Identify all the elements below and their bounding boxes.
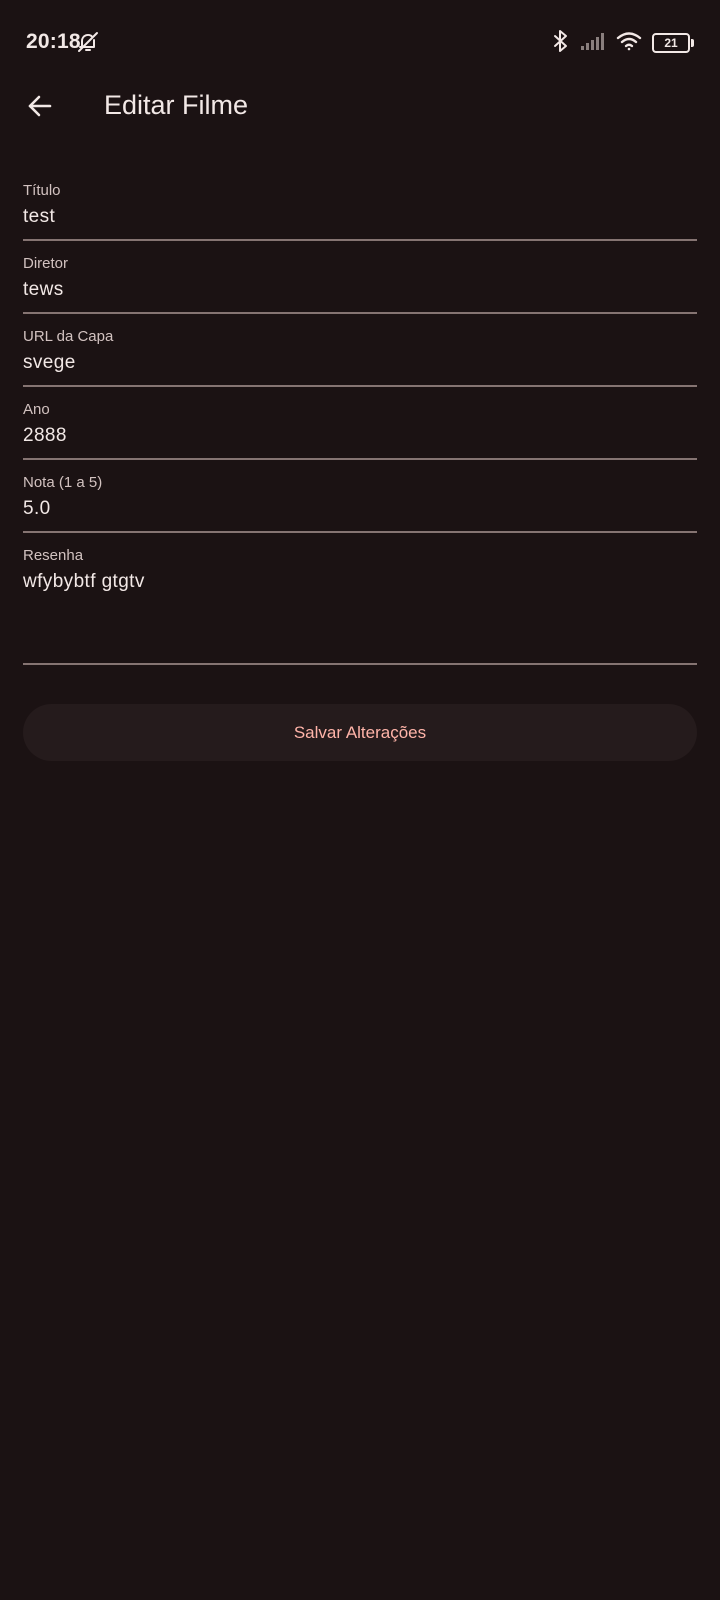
- field-value[interactable]: wfybybtf gtgtv: [23, 571, 145, 593]
- battery-icon: 21: [652, 33, 694, 53]
- bluetooth-icon: [552, 29, 570, 58]
- save-button[interactable]: Salvar Alterações: [23, 704, 697, 761]
- field-label: Ano: [23, 401, 50, 418]
- year-field[interactable]: Ano 2888: [23, 387, 697, 460]
- battery-level: 21: [664, 36, 678, 50]
- field-label: URL da Capa: [23, 328, 114, 345]
- review-field[interactable]: Resenha wfybybtf gtgtv: [23, 533, 697, 665]
- app-bar: Editar Filme: [0, 70, 720, 146]
- field-label: Título: [23, 182, 61, 199]
- signal-icon: [580, 31, 606, 56]
- field-label: Diretor: [23, 255, 69, 272]
- edit-movie-form: Título test Diretor tews URL da Capa sve…: [23, 168, 697, 665]
- director-field[interactable]: Diretor tews: [23, 241, 697, 314]
- field-label: Nota (1 a 5): [23, 474, 103, 491]
- back-button[interactable]: [12, 80, 68, 136]
- wifi-icon: [616, 31, 642, 56]
- field-value[interactable]: test: [23, 206, 55, 228]
- bell-off-icon: [76, 30, 100, 54]
- status-icons: 21: [552, 29, 694, 58]
- page-title: Editar Filme: [104, 90, 249, 120]
- field-value[interactable]: 2888: [23, 425, 67, 447]
- rating-field[interactable]: Nota (1 a 5) 5.0: [23, 460, 697, 533]
- field-value[interactable]: svege: [23, 352, 76, 374]
- title-field[interactable]: Título test: [23, 168, 697, 241]
- field-value[interactable]: 5.0: [23, 498, 51, 520]
- field-value[interactable]: tews: [23, 279, 64, 301]
- cover-url-field[interactable]: URL da Capa svege: [23, 314, 697, 387]
- field-label: Resenha: [23, 547, 84, 564]
- status-time: 20:18: [26, 30, 81, 53]
- arrow-left-icon: [26, 92, 54, 125]
